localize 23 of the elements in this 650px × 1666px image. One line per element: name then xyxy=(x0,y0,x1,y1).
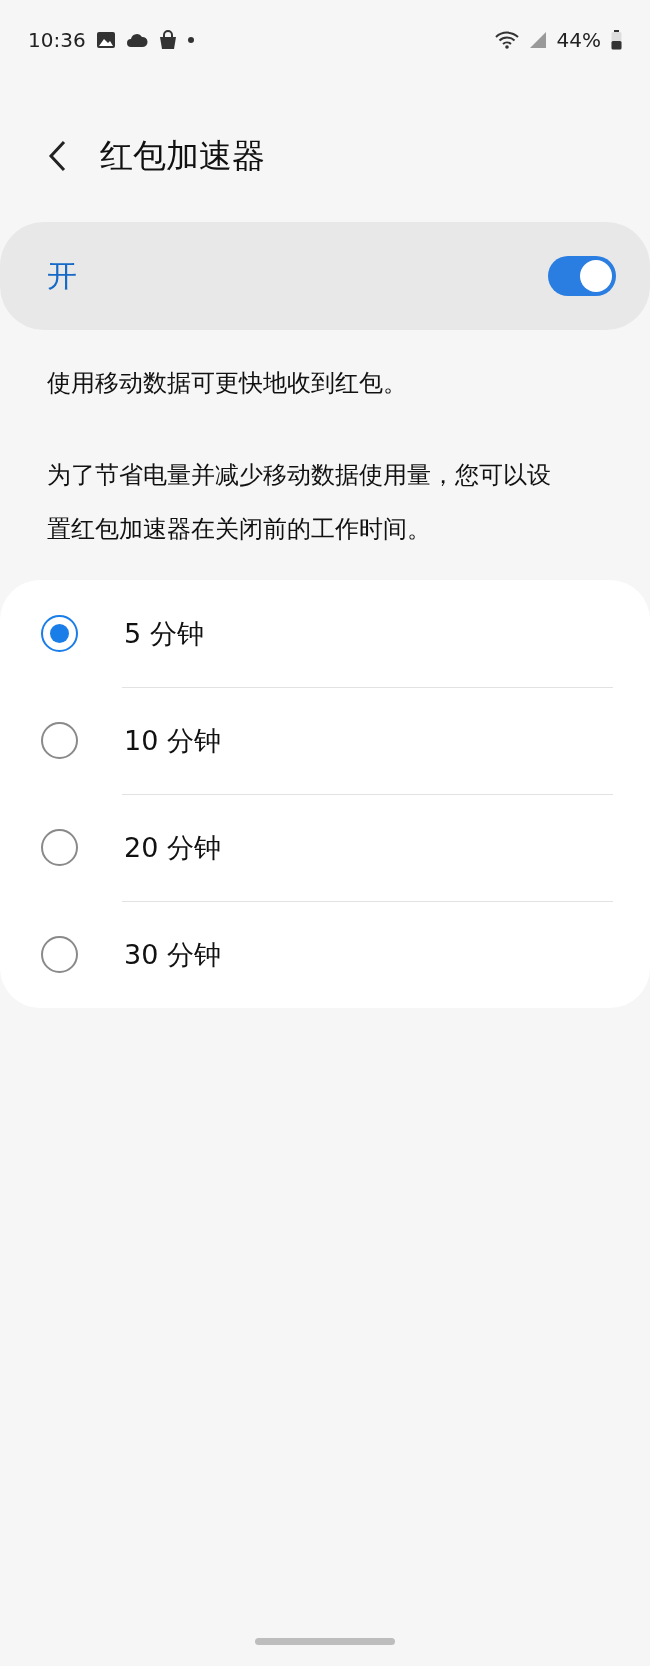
radio-button[interactable] xyxy=(41,936,78,973)
battery-icon xyxy=(611,30,622,50)
page-title: 红包加速器 xyxy=(100,134,265,177)
toggle-switch[interactable] xyxy=(548,256,616,296)
wifi-icon xyxy=(494,31,519,49)
option-label: 5 分钟 xyxy=(124,616,204,651)
option-label: 10 分钟 xyxy=(124,723,221,758)
dot-icon xyxy=(187,37,194,43)
option-label: 30 分钟 xyxy=(124,937,221,972)
battery-percentage: 44% xyxy=(556,28,601,52)
signal-icon xyxy=(528,31,547,49)
cloud-icon xyxy=(125,32,148,48)
status-time: 10:36 xyxy=(28,28,86,52)
option-label: 20 分钟 xyxy=(124,830,221,865)
shopping-bag-icon xyxy=(157,30,178,50)
radio-button[interactable] xyxy=(41,615,78,652)
radio-button[interactable] xyxy=(41,829,78,866)
radio-button[interactable] xyxy=(41,722,78,759)
description-text: 为了节省电量并减少移动数据使用量，您可以设置红包加速器在关闭前的工作时间。 xyxy=(46,460,552,545)
gesture-handle[interactable] xyxy=(255,1638,395,1645)
switch-label: 开 xyxy=(47,256,78,295)
description-text: 使用移动数据可更快地收到红包。 xyxy=(46,368,408,399)
gallery-icon xyxy=(95,31,116,49)
